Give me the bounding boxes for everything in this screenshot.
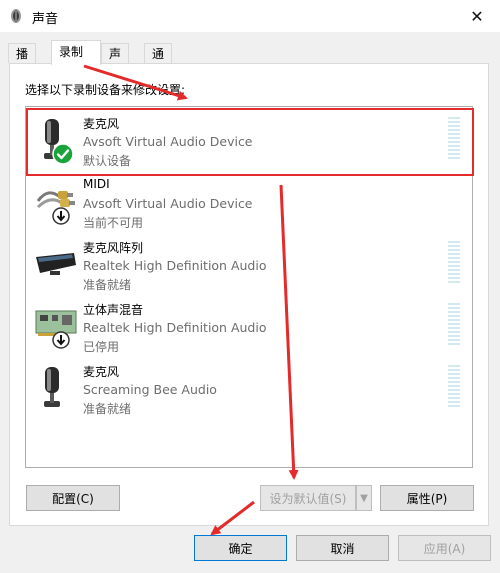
- device-driver: Realtek High Definition Audio: [83, 258, 267, 273]
- device-status: 准备就绪: [83, 402, 132, 416]
- device-name: 麦克风阵列: [83, 241, 144, 255]
- cancel-button[interactable]: 取消: [296, 535, 389, 561]
- speaker-icon: [8, 8, 24, 24]
- down-arrow-icon: [52, 331, 70, 349]
- default-check-icon: [52, 143, 74, 165]
- level-meter: [448, 365, 460, 407]
- device-name: MIDI: [83, 177, 110, 191]
- device-name: 麦克风: [83, 117, 120, 131]
- set-default-dropdown[interactable]: ▼: [356, 485, 372, 511]
- device-item-microphone-avsoft[interactable]: 麦克风 Avsoft Virtual Audio Device 默认设备: [28, 109, 470, 169]
- close-icon: ✕: [470, 6, 484, 26]
- device-item-microphone-screaming-bee[interactable]: 麦克风 Screaming Bee Audio 准备就绪: [28, 357, 470, 417]
- device-list[interactable]: 麦克风 Avsoft Virtual Audio Device 默认设备 MID…: [25, 106, 473, 468]
- recording-panel: 选择以下录制设备来修改设置: 麦克风 Avsoft Virtual Audio …: [9, 63, 489, 526]
- device-driver: Avsoft Virtual Audio Device: [83, 196, 253, 211]
- device-status: 当前不可用: [83, 216, 144, 230]
- device-item-mic-array[interactable]: 麦克风阵列 Realtek High Definition Audio 准备就绪: [28, 233, 470, 293]
- tab-playback[interactable]: 播放: [8, 43, 37, 81]
- device-name: 立体声混音: [83, 303, 144, 317]
- tab-communications[interactable]: 通信: [144, 43, 173, 81]
- device-status: 已停用: [83, 340, 120, 354]
- properties-button[interactable]: 属性(P): [380, 485, 474, 511]
- down-arrow-icon: [52, 207, 70, 225]
- set-default-button[interactable]: 设为默认值(S): [260, 485, 356, 511]
- device-status: 默认设备: [83, 154, 132, 168]
- device-driver: Screaming Bee Audio: [83, 382, 217, 397]
- chevron-down-icon: ▼: [360, 492, 368, 504]
- instruction-text: 选择以下录制设备来修改设置:: [25, 83, 186, 97]
- device-driver: Realtek High Definition Audio: [83, 320, 267, 335]
- device-name: 麦克风: [83, 365, 120, 379]
- configure-button[interactable]: 配置(C): [26, 485, 120, 511]
- level-meter: [448, 303, 460, 345]
- window-title: 声音: [32, 12, 59, 27]
- apply-button[interactable]: 应用(A): [398, 535, 491, 561]
- microphone-icon: [34, 363, 78, 413]
- title-bar: 声音 ✕: [0, 0, 500, 32]
- level-meter: [448, 117, 460, 159]
- close-button[interactable]: ✕: [454, 0, 500, 32]
- tab-sounds[interactable]: 声音: [101, 43, 130, 81]
- mic-array-icon: [34, 239, 78, 289]
- tab-recording[interactable]: 录制: [51, 40, 101, 65]
- device-driver: Avsoft Virtual Audio Device: [83, 134, 253, 149]
- device-status: 准备就绪: [83, 278, 132, 292]
- device-item-midi[interactable]: MIDI Avsoft Virtual Audio Device 当前不可用: [28, 171, 470, 231]
- level-meter: [448, 241, 460, 283]
- device-item-stereo-mix[interactable]: 立体声混音 Realtek High Definition Audio 已停用: [28, 295, 470, 355]
- ok-button[interactable]: 确定: [194, 535, 287, 561]
